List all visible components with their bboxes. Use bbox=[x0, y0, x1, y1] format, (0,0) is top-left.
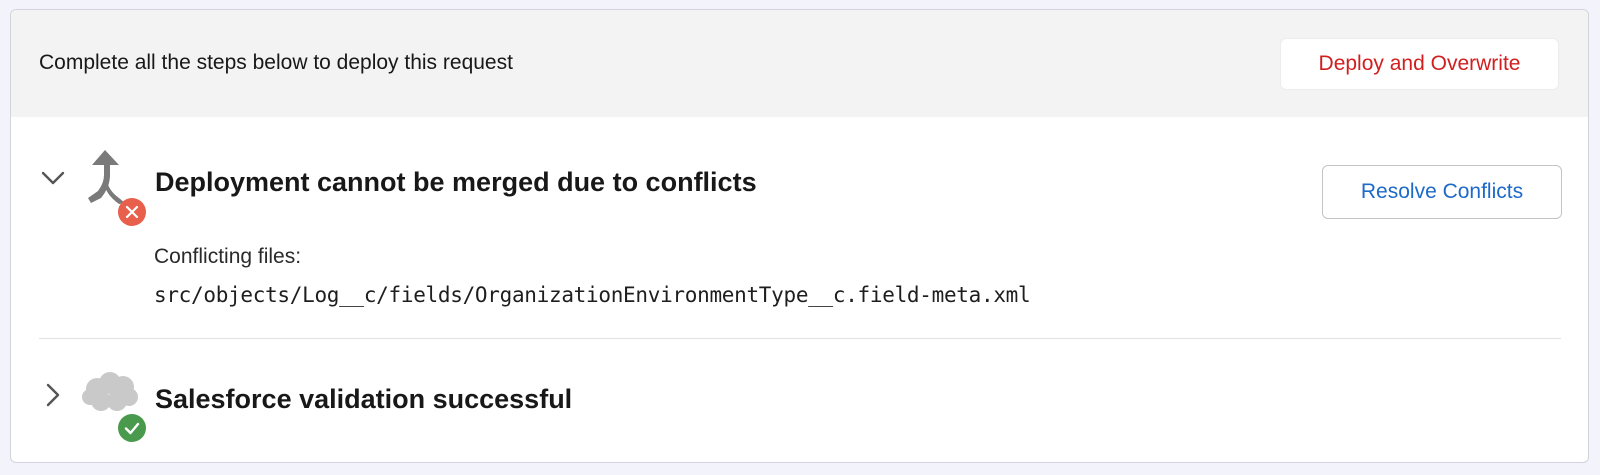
error-x-icon bbox=[118, 198, 146, 226]
conflicting-file-path: src/objects/Log__c/fields/OrganizationEn… bbox=[154, 283, 1031, 307]
panel-header: Complete all the steps below to deploy t… bbox=[11, 10, 1588, 117]
deploy-and-overwrite-button[interactable]: Deploy and Overwrite bbox=[1280, 38, 1559, 90]
resolve-conflicts-button[interactable]: Resolve Conflicts bbox=[1322, 165, 1562, 219]
step-title-conflicts: Deployment cannot be merged due to confl… bbox=[155, 167, 757, 197]
chevron-right-icon[interactable] bbox=[39, 381, 67, 409]
chevron-down-icon[interactable] bbox=[39, 164, 67, 192]
step-divider bbox=[39, 338, 1561, 339]
step-title-validation: Salesforce validation successful bbox=[155, 384, 573, 414]
step-icon-salesforce bbox=[81, 369, 161, 449]
success-check-icon bbox=[118, 414, 146, 442]
step-icon-merge bbox=[81, 150, 161, 230]
conflicting-files-label: Conflicting files: bbox=[154, 245, 302, 268]
deployment-steps-panel: Complete all the steps below to deploy t… bbox=[10, 9, 1589, 463]
header-instruction: Complete all the steps below to deploy t… bbox=[39, 51, 513, 74]
